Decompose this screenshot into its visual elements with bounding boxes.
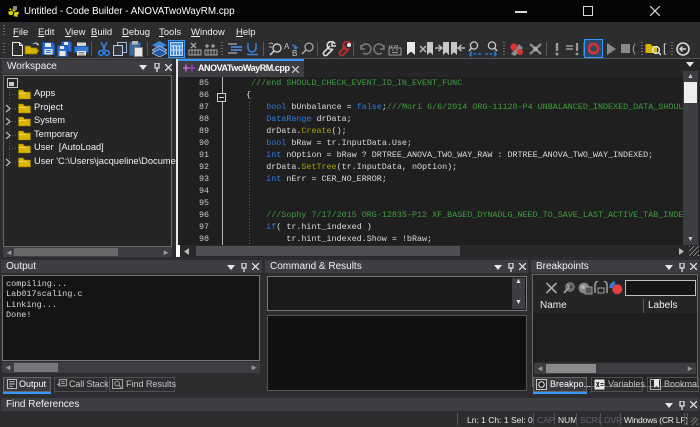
svg-text:B: B [292, 49, 297, 57]
svg-text:A: A [284, 42, 290, 51]
